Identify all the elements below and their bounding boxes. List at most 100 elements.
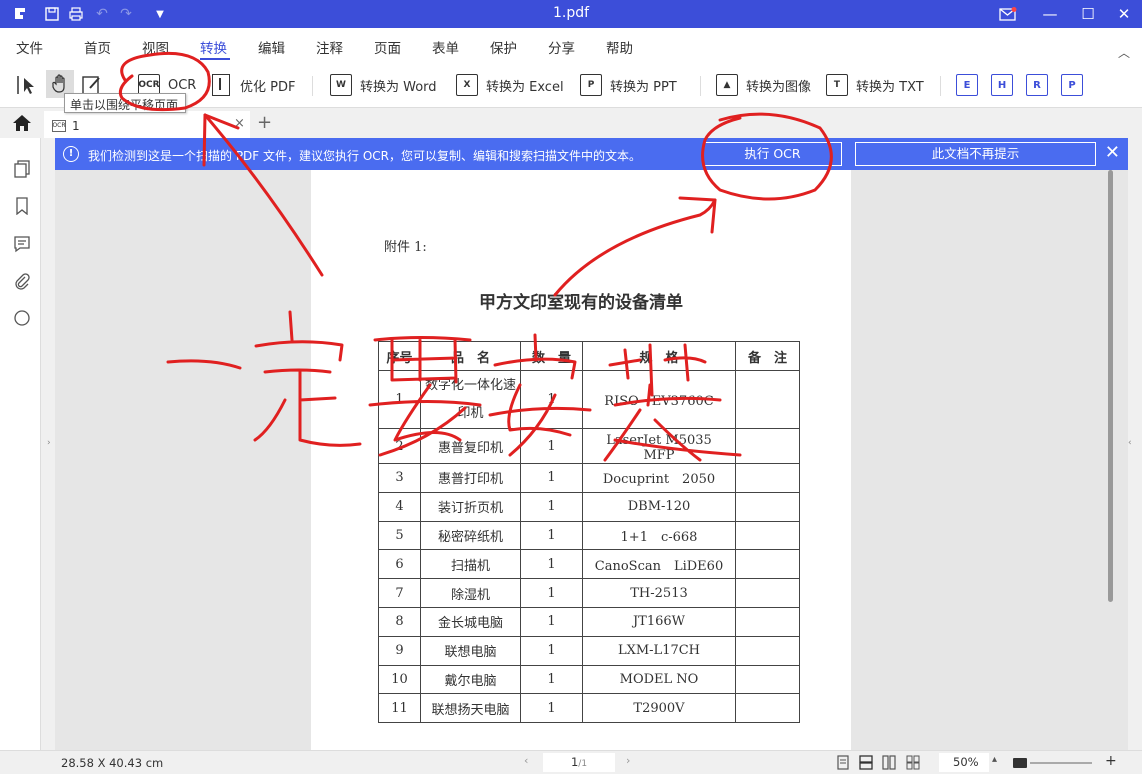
menu-comment[interactable]: 注释 xyxy=(316,37,343,57)
excel-icon: X xyxy=(456,74,478,96)
vertical-scrollbar[interactable] xyxy=(1108,170,1113,602)
convert-to-txt-label: 转换为 TXT xyxy=(856,79,924,95)
zoom-out-button[interactable] xyxy=(1013,758,1027,768)
table-cell: 5 xyxy=(378,520,421,551)
column-header: 品 名 xyxy=(420,341,521,371)
menu-share[interactable]: 分享 xyxy=(548,37,575,57)
zoom-in-icon[interactable]: + xyxy=(1105,753,1117,769)
menu-file[interactable]: 文件 xyxy=(16,37,43,57)
run-ocr-button[interactable]: 执行 OCR xyxy=(703,142,842,166)
active-menu-indicator xyxy=(200,58,230,60)
notification-message: 我们检测到这是一个扫描的 PDF 文件，建议您执行 OCR，您可以复制、编辑和搜… xyxy=(88,149,641,163)
thumbnails-icon[interactable] xyxy=(13,160,31,178)
next-page-icon[interactable]: › xyxy=(626,754,630,767)
optimize-label: 优化 PDF xyxy=(240,79,296,95)
menu-convert[interactable]: 转换 xyxy=(200,37,227,57)
zoom-slider[interactable] xyxy=(1030,762,1092,764)
maximize-icon[interactable]: ☐ xyxy=(1070,0,1106,28)
epub-icon: E xyxy=(956,74,978,96)
table-cell: 1 xyxy=(520,606,583,637)
convert-pdfa-button[interactable]: P xyxy=(1061,72,1091,98)
convert-html-button[interactable]: H xyxy=(991,72,1021,98)
convert-epub-button[interactable]: E xyxy=(956,72,986,98)
close-window-icon[interactable]: ✕ xyxy=(1106,0,1142,28)
table-cell: 1 xyxy=(520,520,583,551)
table-cell xyxy=(735,606,800,637)
zoom-level-field[interactable]: 50% xyxy=(939,753,989,772)
close-tab-icon[interactable]: × xyxy=(234,116,245,131)
menu-home[interactable]: 首页 xyxy=(84,37,111,57)
pdfa-icon: P xyxy=(1061,74,1083,96)
table-cell: 惠普复印机 xyxy=(420,428,521,464)
table-cell: 1 xyxy=(520,463,583,493)
document-heading: 甲方文印室现有的设备清单 xyxy=(479,293,683,313)
collapse-ribbon-icon[interactable]: ︿ xyxy=(1118,44,1130,61)
menu-view[interactable]: 视图 xyxy=(142,37,169,57)
hand-tool-tooltip: 单击以围绕平移页面 xyxy=(64,93,186,113)
table-row: 5 秘密碎纸机 1 1+1 c-668 xyxy=(378,520,800,551)
table-cell xyxy=(735,549,800,580)
table-cell: DBM-120 xyxy=(582,491,736,522)
column-header: 数 量 xyxy=(520,341,583,371)
convert-to-ppt-button[interactable]: P 转换为 PPT xyxy=(580,72,677,98)
home-icon[interactable] xyxy=(12,114,32,132)
page-number-field[interactable]: 1/1 xyxy=(543,753,615,772)
table-cell xyxy=(735,635,800,666)
previous-page-icon[interactable]: ‹ xyxy=(524,754,528,767)
optimize-pdf-button[interactable]: 优化 PDF xyxy=(212,72,295,98)
table-cell: 除湿机 xyxy=(420,578,521,608)
equipment-table: 序号 品 名 数 量 规 格 备 注 1 数字化一体化速印机 1 RISO EV376… xyxy=(378,341,800,724)
grid-view-icon[interactable] xyxy=(906,755,922,770)
ocr-notification-bar: ! 我们检测到这是一个扫描的 PDF 文件，建议您执行 OCR，您可以复制、编辑… xyxy=(55,138,1128,170)
total-pages: /1 xyxy=(578,759,588,769)
menu-page[interactable]: 页面 xyxy=(374,37,401,57)
table-cell: 1 xyxy=(520,693,583,724)
title-bar: ↶ ↷ ▼ 1.pdf — ☐ ✕ xyxy=(0,0,1142,28)
table-row: 7 除湿机 1 TH-2513 xyxy=(378,578,800,608)
table-cell: TH-2513 xyxy=(582,578,736,608)
document-viewport[interactable]: 附件 1: 甲方文印室现有的设备清单 序号 品 名 数 量 规 格 备 注 1数… xyxy=(55,170,1128,750)
ppt-icon: P xyxy=(580,74,602,96)
menu-bar: 文件 首页 视图 转换 编辑 注释 页面 表单 保护 分享 帮助 xyxy=(0,28,1142,62)
table-cell xyxy=(735,491,800,522)
convert-to-txt-button[interactable]: T 转换为 TXT xyxy=(826,72,924,98)
select-tool-icon[interactable] xyxy=(16,72,38,98)
table-row: 1 数字化一体化速印机 1 RISO EV3760C xyxy=(378,370,800,429)
search-panel-icon[interactable] xyxy=(13,309,31,327)
mail-icon[interactable] xyxy=(990,0,1026,28)
minimize-icon[interactable]: — xyxy=(1032,0,1068,28)
convert-to-word-button[interactable]: W 转换为 Word xyxy=(330,72,437,98)
bookmark-icon[interactable] xyxy=(13,197,31,216)
two-page-view-icon[interactable] xyxy=(882,755,898,770)
convert-to-image-button[interactable]: ▲ 转换为图像 xyxy=(716,72,811,98)
menu-form[interactable]: 表单 xyxy=(432,37,459,57)
convert-to-excel-button[interactable]: X 转换为 Excel xyxy=(456,72,564,98)
attachment-icon[interactable] xyxy=(13,272,31,290)
table-row: 2 惠普复印机 1 LaserJet M5035 MFP xyxy=(378,428,800,464)
new-tab-icon[interactable]: + xyxy=(257,112,272,133)
continuous-view-icon[interactable] xyxy=(859,755,875,770)
comments-icon[interactable] xyxy=(13,235,31,253)
window-title: 1.pdf xyxy=(552,5,590,21)
expand-right-panel-icon[interactable]: ‹ xyxy=(1128,438,1132,448)
menu-protect[interactable]: 保护 xyxy=(490,37,517,57)
close-notification-icon[interactable]: ✕ xyxy=(1105,142,1120,163)
table-row: 3 惠普打印机 1 Docuprint 2050 xyxy=(378,463,800,493)
attachment-label: 附件 1: xyxy=(384,240,427,255)
convert-rtf-button[interactable]: R xyxy=(1026,72,1056,98)
table-cell: 9 xyxy=(378,635,421,666)
expand-left-panel-icon[interactable]: › xyxy=(47,438,51,448)
table-cell: 8 xyxy=(378,606,421,637)
table-cell: 1 xyxy=(520,664,583,695)
zoom-dropdown-icon[interactable]: ▴ xyxy=(992,754,997,765)
dont-remind-button[interactable]: 此文档不再提示 xyxy=(855,142,1096,166)
single-page-view-icon[interactable] xyxy=(836,755,852,770)
menu-help[interactable]: 帮助 xyxy=(606,37,633,57)
document-tab[interactable]: OCR 1 xyxy=(44,111,250,138)
menu-edit[interactable]: 编辑 xyxy=(258,37,285,57)
table-cell: 1 xyxy=(520,635,583,666)
txt-icon: T xyxy=(826,74,848,96)
table-cell: 6 xyxy=(378,549,421,580)
table-header-row: 序号 品 名 数 量 规 格 备 注 xyxy=(378,341,800,371)
html-icon: H xyxy=(991,74,1013,96)
